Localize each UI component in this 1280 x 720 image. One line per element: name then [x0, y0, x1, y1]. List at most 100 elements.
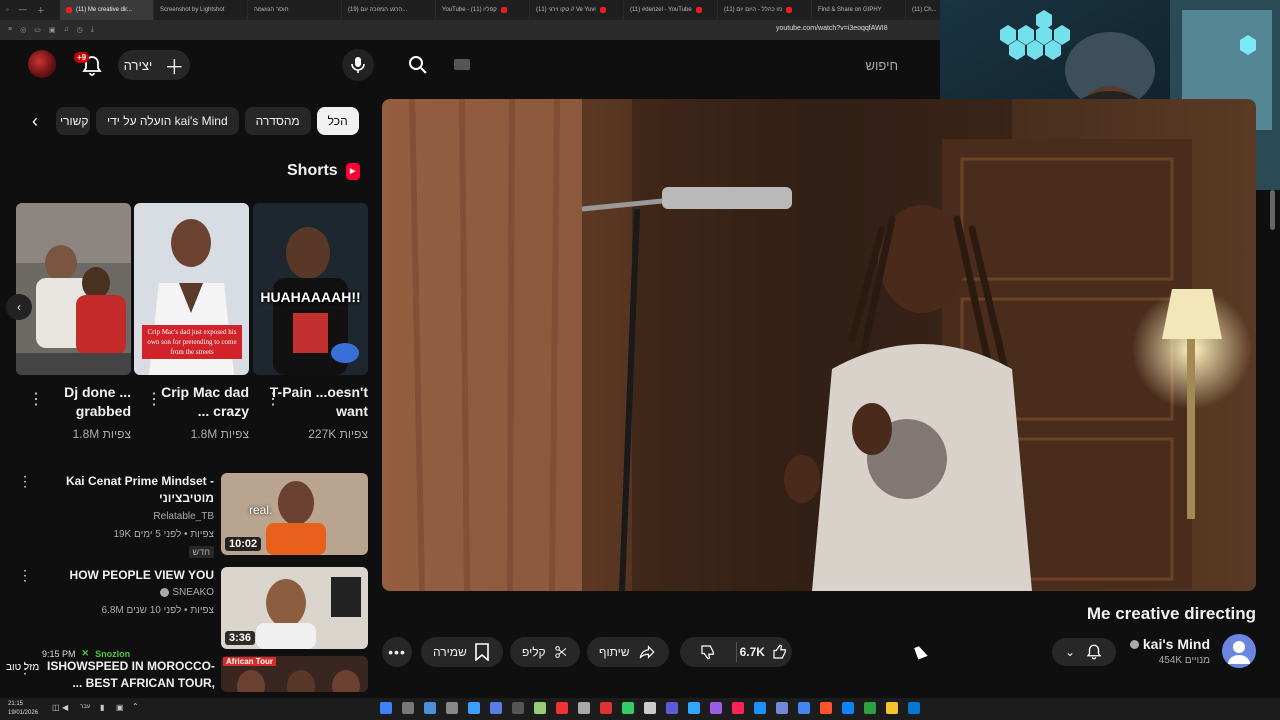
- create-button[interactable]: יצירה ＋: [118, 50, 190, 80]
- chip-related[interactable]: קשורי: [56, 107, 90, 135]
- app-icon[interactable]: [578, 702, 590, 714]
- mic-icon[interactable]: ▮: [100, 703, 104, 712]
- related-video-title[interactable]: Kai Cenat Prime Mindset - מוטיבציוני: [54, 473, 214, 507]
- short-card[interactable]: Crip Mac's dad just exposed his own son …: [134, 203, 249, 441]
- bookmark-icon: [474, 643, 489, 661]
- app-icon[interactable]: [446, 702, 458, 714]
- app-icon[interactable]: [864, 702, 876, 714]
- short-title[interactable]: Dj done ... grabbed: [31, 383, 131, 421]
- page-scrollbar[interactable]: [1270, 190, 1275, 230]
- short-title[interactable]: T-Pain ...oesn't want: [268, 383, 368, 421]
- app-icon[interactable]: [512, 702, 524, 714]
- chevron-left-icon[interactable]: ‹: [20, 107, 50, 135]
- app-icon[interactable]: [798, 702, 810, 714]
- like-button[interactable]: 6.7K: [737, 643, 793, 661]
- shorts-scroll-left-button[interactable]: ‹: [6, 294, 32, 320]
- related-video-item[interactable]: ⋮ HOW PEOPLE VIEW YOU SNEAKO 6.8M צפיות …: [14, 567, 368, 649]
- minimize-icon[interactable]: —: [19, 5, 27, 16]
- browser-tab[interactable]: (11) Me creative dir...: [60, 0, 154, 20]
- related-video-thumbnail[interactable]: African Tour: [221, 656, 368, 692]
- more-options-icon[interactable]: ⋮: [18, 567, 32, 584]
- volume-icon[interactable]: ◀: [62, 703, 68, 712]
- browser-tab[interactable]: YouTube - קפליו (11): [436, 0, 530, 20]
- channel-name[interactable]: kai's Mind: [1143, 636, 1210, 652]
- browser-tab[interactable]: Screenshot by Lightshot: [154, 0, 248, 20]
- music-icon[interactable]: ♫: [63, 26, 68, 34]
- short-title[interactable]: Crip Mac dad ... crazy: [149, 383, 249, 421]
- like-dislike-group: 6.7K: [680, 637, 792, 667]
- app-icon[interactable]: [556, 702, 568, 714]
- browser-tab[interactable]: חוסר הגושמה: [248, 0, 342, 20]
- app-icon[interactable]: [622, 702, 634, 714]
- search-input[interactable]: חיפוש: [448, 48, 910, 82]
- related-video-thumbnail[interactable]: 3:36: [221, 567, 368, 649]
- save-button[interactable]: שמירה: [421, 637, 503, 667]
- channel-avatar[interactable]: [1222, 634, 1256, 668]
- related-video-thumbnail[interactable]: real. 10:02: [221, 473, 368, 555]
- more-options-icon[interactable]: ⋮: [18, 473, 32, 490]
- short-thumbnail[interactable]: HUAHAAAAH!!: [253, 203, 368, 375]
- clock-date: 19/01/2026: [8, 710, 39, 716]
- notification-icon[interactable]: ◫: [52, 703, 60, 712]
- short-card[interactable]: ⋮ Dj done ... grabbed 1.8M צפיות: [16, 203, 131, 441]
- camera-icon[interactable]: ▣: [49, 26, 56, 34]
- related-video-channel[interactable]: Relatable_TB: [153, 511, 214, 522]
- app-icon[interactable]: [688, 702, 700, 714]
- app-icon[interactable]: [424, 702, 436, 714]
- browser-tab[interactable]: (11) #denzel - YouTube: [624, 0, 718, 20]
- browser-tab[interactable]: Find & Share on GIPHY: [812, 0, 906, 20]
- short-thumbnail[interactable]: [16, 203, 131, 375]
- more-actions-button[interactable]: •••: [382, 637, 412, 667]
- tray-expand-icon[interactable]: ⌃: [132, 702, 139, 711]
- app-icon[interactable]: [380, 702, 392, 714]
- window-menu-icon[interactable]: ◦: [6, 5, 9, 16]
- download-icon[interactable]: ⤓: [91, 26, 94, 34]
- app-icon[interactable]: [534, 702, 546, 714]
- related-video-channel[interactable]: SNEAKO: [172, 587, 214, 598]
- app-icon[interactable]: [842, 702, 854, 714]
- app-icon[interactable]: [754, 702, 766, 714]
- browser-tab[interactable]: (11) נזו כהלל - היום יום: [718, 0, 812, 20]
- url-field[interactable]: youtube.com/watch?v=i3eoqqfAWI8: [776, 25, 888, 32]
- dislike-button[interactable]: [680, 643, 736, 661]
- keyboard-icon[interactable]: [454, 59, 470, 70]
- history-icon[interactable]: ◷: [77, 26, 83, 34]
- related-video-title[interactable]: ISHOWSPEED IN MOROCCO- ... BEST AFRICAN …: [40, 658, 215, 692]
- search-button[interactable]: [392, 48, 444, 82]
- app-icon[interactable]: [468, 702, 480, 714]
- language-indicator[interactable]: עבר: [80, 704, 90, 710]
- app-icon[interactable]: [710, 702, 722, 714]
- subscription-bell-button[interactable]: ⌄: [1052, 638, 1116, 666]
- app-icon[interactable]: [402, 702, 414, 714]
- bookmark-icon[interactable]: ▭: [34, 26, 41, 34]
- windows-start-icon[interactable]: [908, 702, 920, 714]
- mouse-cursor-icon: [914, 644, 928, 660]
- chip-all[interactable]: הכל: [316, 107, 359, 135]
- video-player[interactable]: [382, 99, 1256, 591]
- chip-uploaded-by[interactable]: הועלה על ידי kai's Mind: [96, 107, 239, 135]
- account-avatar[interactable]: [28, 50, 56, 78]
- chip-series[interactable]: מהסדרה: [244, 107, 311, 135]
- short-card[interactable]: HUAHAAAAH!! ⋮ T-Pain ...oesn't want 227K…: [253, 203, 368, 441]
- taskbar-clock[interactable]: 21:15 19/01/2026: [8, 700, 38, 718]
- app-icon[interactable]: [776, 702, 788, 714]
- browser-tab[interactable]: (11) טקו וירגי // Ve Yuvi: [530, 0, 624, 20]
- app-icon[interactable]: [644, 702, 656, 714]
- related-video-item[interactable]: ⋮ Kai Cenat Prime Mindset - מוטיבציוני R…: [14, 473, 368, 563]
- related-video-title[interactable]: HOW PEOPLE VIEW YOU: [54, 567, 214, 584]
- shield-icon[interactable]: ◎: [20, 26, 26, 34]
- browser-tab[interactable]: (19) הרגע המזוכה עם...: [342, 0, 436, 20]
- new-tab-icon[interactable]: ＋: [37, 5, 45, 16]
- app-icon[interactable]: [732, 702, 744, 714]
- app-icon[interactable]: [820, 702, 832, 714]
- app-icon[interactable]: [666, 702, 678, 714]
- app-icon[interactable]: [490, 702, 502, 714]
- clip-button[interactable]: קליפ: [510, 637, 580, 667]
- voice-search-button[interactable]: [342, 49, 374, 81]
- menu-icon[interactable]: ≡: [8, 26, 12, 34]
- network-icon[interactable]: ▣: [116, 703, 124, 712]
- share-button[interactable]: שיתוף: [587, 637, 669, 667]
- app-icon[interactable]: [600, 702, 612, 714]
- app-icon[interactable]: [886, 702, 898, 714]
- short-thumbnail[interactable]: Crip Mac's dad just exposed his own son …: [134, 203, 249, 375]
